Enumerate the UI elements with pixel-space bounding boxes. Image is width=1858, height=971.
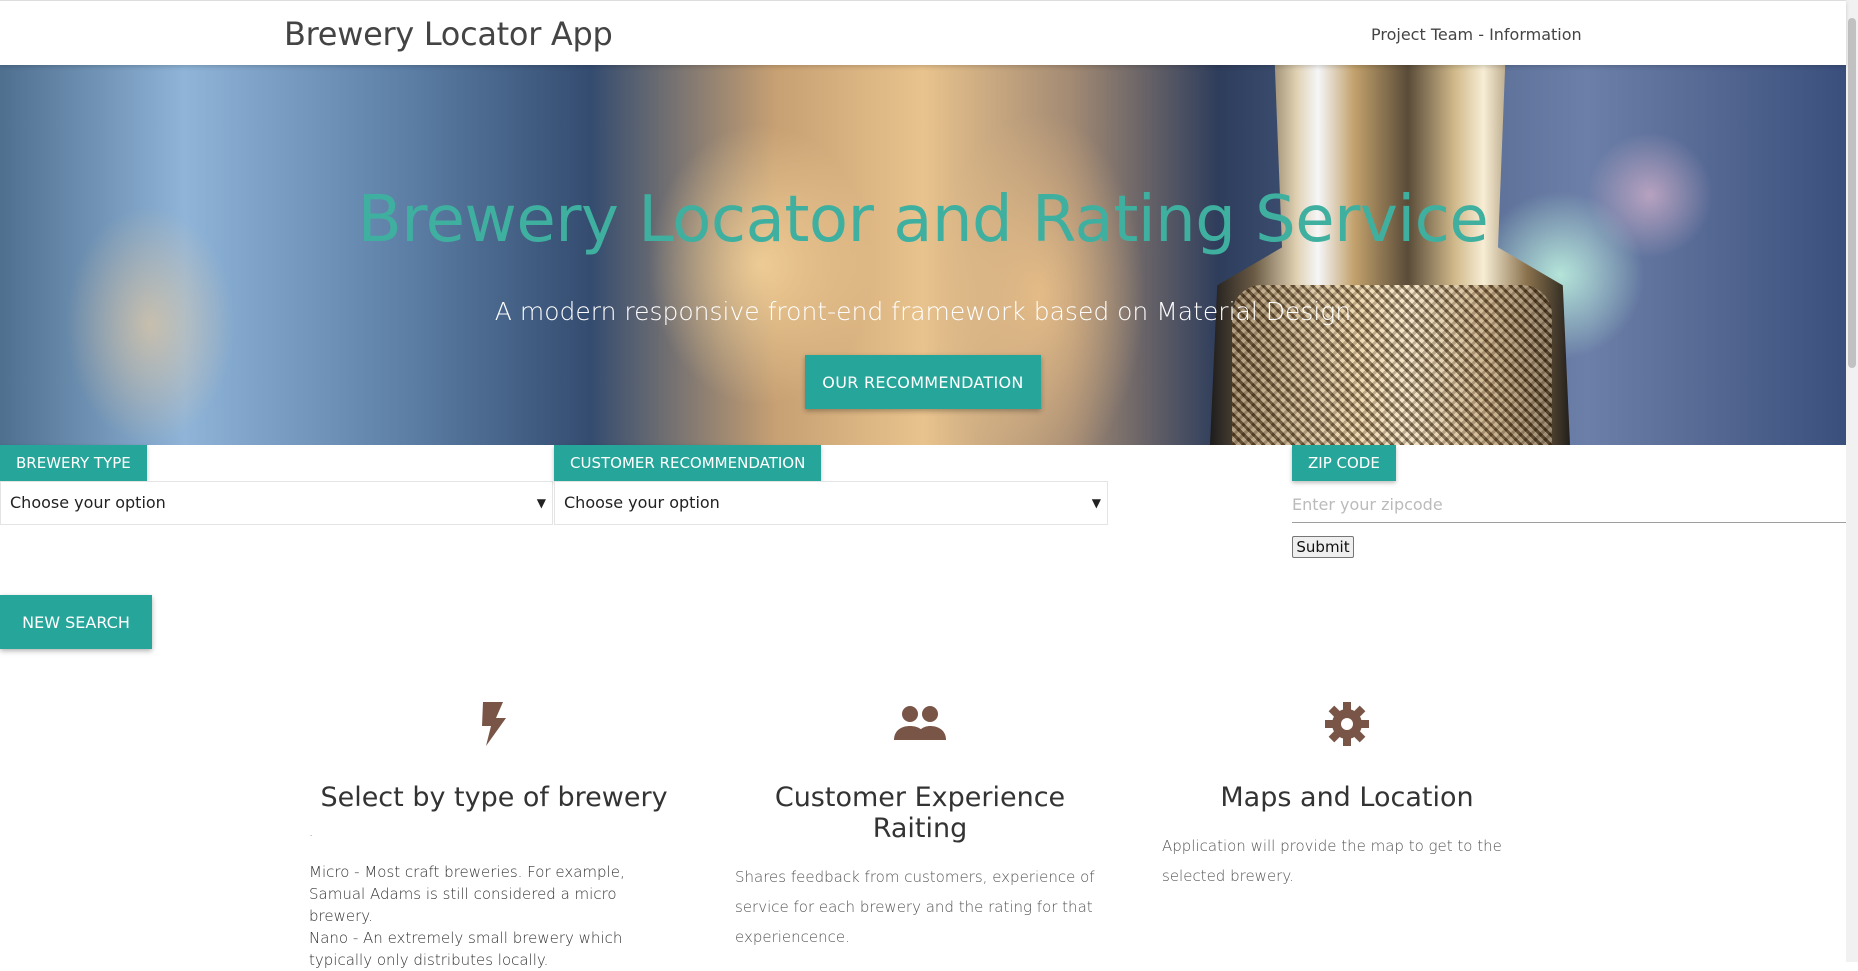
feature-line-nano: Nano - An extremely small brewery which … xyxy=(309,929,623,969)
submit-button[interactable]: Submit xyxy=(1292,536,1354,558)
feature-title: Customer Experience Raiting xyxy=(774,782,1066,844)
new-search-button[interactable]: NEW SEARCH xyxy=(0,595,152,649)
brand-logo[interactable]: Brewery Locator App xyxy=(284,15,613,53)
zip-code-button[interactable]: ZIP CODE xyxy=(1292,445,1396,481)
feature-description: Shares feedback from customers, experien… xyxy=(735,868,1095,946)
bolt-icon xyxy=(309,700,679,752)
chevron-down-icon: ▼ xyxy=(1091,496,1101,510)
feature-title: Maps and Location xyxy=(1220,782,1474,813)
feature-line-micro: Micro - Most craft breweries. For exampl… xyxy=(309,863,625,925)
feature-title: Select by type of brewery xyxy=(320,782,668,813)
hero-title: Brewery Locator and Rating Service xyxy=(357,183,1489,257)
feature-brewery-type: Select by type of brewery . Micro - Most… xyxy=(309,700,679,971)
chevron-down-icon: ▼ xyxy=(536,496,546,510)
project-team-link[interactable]: Project Team - Information xyxy=(1371,25,1582,44)
gear-icon xyxy=(1162,700,1532,752)
scrollbar-thumb[interactable] xyxy=(1848,18,1856,368)
group-icon xyxy=(735,700,1105,752)
hero-banner: Brewery Locator and Rating Service A mod… xyxy=(0,65,1846,445)
brewery-type-selected: Choose your option xyxy=(10,493,166,512)
zip-code-placeholder: Enter your zipcode xyxy=(1292,495,1443,514)
customer-recommendation-selected: Choose your option xyxy=(564,493,720,512)
feature-maps-location: Maps and Location Application will provi… xyxy=(1162,700,1532,891)
brewery-type-select[interactable]: Choose your option ▼ xyxy=(0,481,553,525)
feature-description: Application will provide the map to get … xyxy=(1162,837,1502,885)
top-navbar: Brewery Locator App Project Team - Infor… xyxy=(0,0,1846,65)
customer-recommendation-select[interactable]: Choose your option ▼ xyxy=(554,481,1108,525)
zip-code-input[interactable]: Enter your zipcode xyxy=(1292,487,1846,523)
hero-subtitle: A modern responsive front-end framework … xyxy=(494,297,1352,326)
feature-dot: . xyxy=(309,825,314,840)
customer-recommendation-button[interactable]: CUSTOMER RECOMMENDATION xyxy=(554,445,822,481)
brewery-type-button[interactable]: BREWERY TYPE xyxy=(0,445,147,481)
feature-customer-experience: Customer Experience Raiting Shares feedb… xyxy=(735,700,1105,952)
our-recommendation-button[interactable]: OUR RECOMMENDATION xyxy=(805,355,1041,409)
